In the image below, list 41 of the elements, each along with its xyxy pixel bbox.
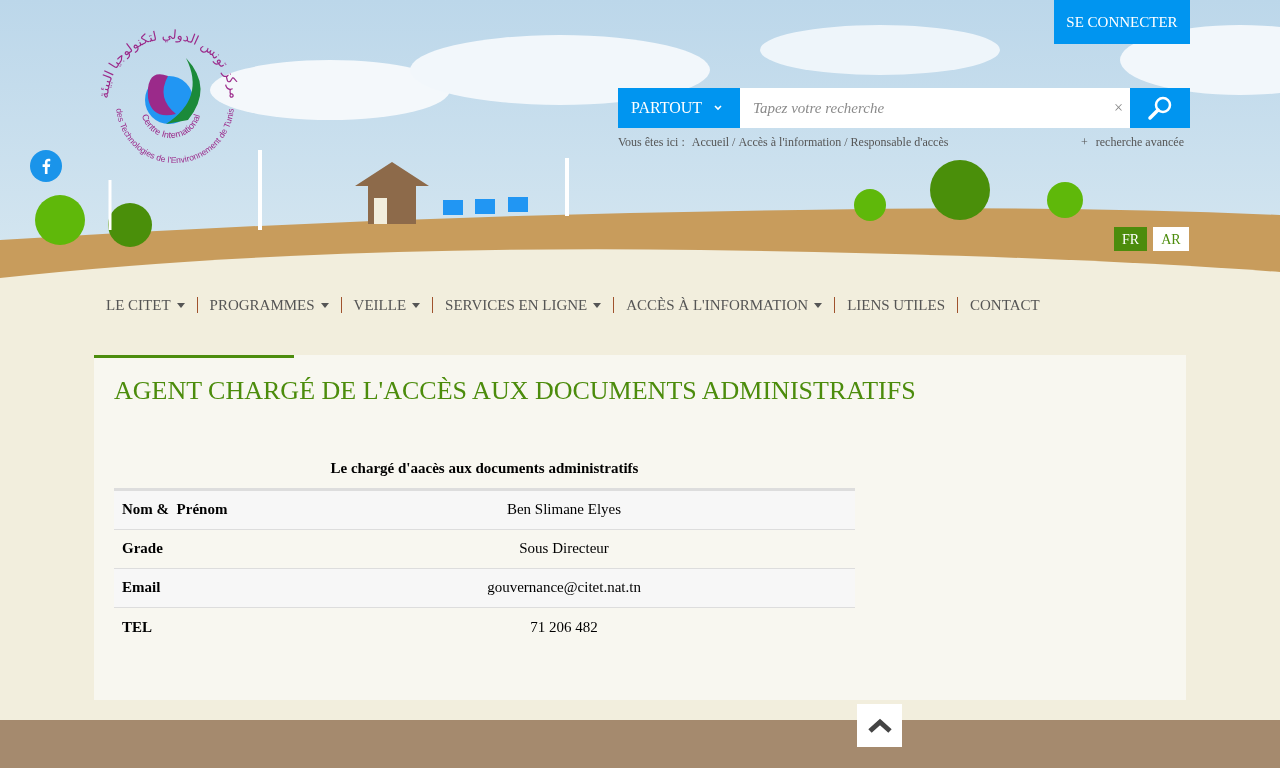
nav-item[interactable]: LE CITET — [94, 293, 197, 317]
chevron-icon — [714, 105, 723, 111]
search-button[interactable] — [1130, 88, 1190, 128]
caret-icon — [593, 302, 602, 308]
breadcrumb-link[interactable]: Responsable d'accès — [850, 133, 949, 151]
clear-button[interactable]: × — [1113, 96, 1130, 120]
nav-item[interactable]: LIENS UTILES — [835, 293, 958, 317]
nav-item[interactable]: CONTACT — [958, 293, 1052, 317]
language-button[interactable]: AR — [1153, 227, 1189, 251]
breadcrumb-separator: / — [732, 134, 736, 151]
table-cell-text: TEL — [121, 617, 153, 637]
nav-item[interactable]: ACCÈS À L'INFORMATION — [614, 293, 835, 317]
advanced-search-link[interactable]: recherche avancée — [1095, 133, 1184, 151]
breadcrumb-link[interactable]: Accès à l'information — [738, 133, 842, 151]
nav-item[interactable]: VEILLE — [341, 293, 433, 317]
table-cell-text: Grade — [121, 539, 164, 559]
table-cell-text: Sous Directeur — [518, 539, 610, 559]
breadcrumb-link[interactable]: Accueil — [691, 133, 730, 151]
breadcrumb-separator: / — [844, 134, 848, 151]
language-button[interactable]: FR — [1114, 227, 1148, 251]
table-cell-text: Nom & Prénom — [121, 500, 229, 520]
back-to-top-button[interactable] — [857, 704, 902, 747]
caret-icon — [320, 302, 329, 308]
plus-icon: + — [1080, 133, 1088, 151]
caret-icon — [176, 302, 185, 308]
table-caption: Le chargé d'aacès aux documents administratifs — [329, 459, 640, 478]
login-button[interactable]: SE CONNECTER — [1054, 0, 1190, 44]
table-cell-text: gouvernance@citet.nat.tn — [486, 578, 642, 598]
chevron-up-icon — [866, 717, 893, 734]
search-icon — [1147, 95, 1173, 121]
breadcrumb-label: Vous êtes ici : — [618, 134, 685, 151]
caret-icon — [412, 302, 421, 308]
scope-dropdown[interactable]: PARTOUT — [618, 88, 740, 128]
table-cell-text: Ben Slimane Elyes — [505, 500, 623, 520]
page-title: AGENT CHARGÉ DE L'ACCÈS AUX DOCUMENTS ADMINISTRATIFS — [114, 375, 917, 407]
search-field[interactable]: Tapez votre recherche × — [740, 88, 1130, 128]
caret-icon — [814, 302, 823, 308]
table-cell-text: 71 206 482 — [529, 617, 599, 637]
nav-item[interactable]: PROGRAMMES — [197, 293, 341, 317]
table-cell-text: Email — [121, 578, 162, 598]
nav-item[interactable]: SERVICES EN LIGNE — [433, 293, 614, 317]
